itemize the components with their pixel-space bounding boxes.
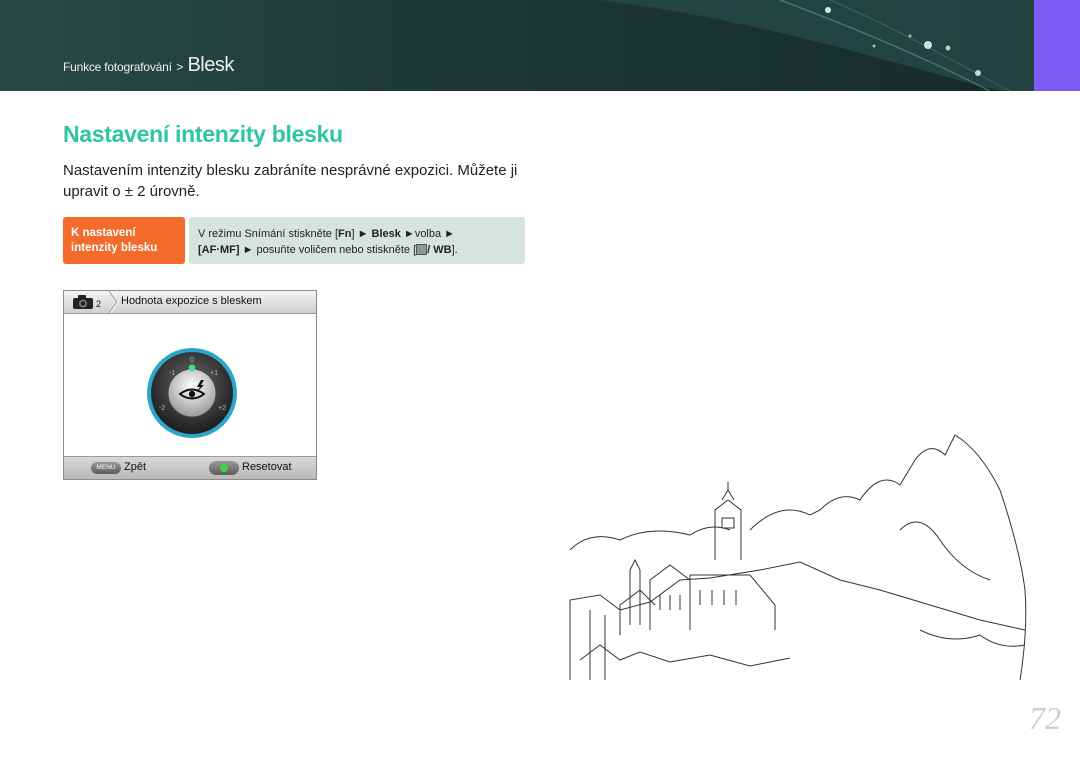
reset-label: Resetovat: [242, 461, 292, 473]
flash-compensation-dial[interactable]: 0 -1 +1 -2 +2: [146, 347, 238, 439]
instruction-body: V režimu Snímání stiskněte [Fn] ► Blesk …: [189, 217, 525, 264]
back-label: Zpět: [124, 461, 147, 473]
menu-button[interactable]: MENU: [91, 462, 121, 474]
camera-icon: [73, 295, 93, 309]
afmf-key: [AF·MF]: [198, 244, 240, 256]
reset-button[interactable]: [209, 461, 239, 475]
dial-label-minus1: -1: [169, 370, 175, 377]
dial-label-minus2: -2: [159, 405, 165, 412]
instruction-line2-end: ].: [451, 244, 458, 256]
chapter-tab[interactable]: [1034, 0, 1080, 91]
instruction-line1-end: ►volba ►: [400, 228, 456, 240]
exposure-icon: [416, 244, 428, 255]
chevron-right-icon: [109, 291, 119, 313]
wb-key: / WB: [427, 244, 452, 256]
intro-text: Nastavením intenzity blesku zabráníte ne…: [63, 162, 518, 200]
dial-label-0: 0: [190, 357, 194, 364]
instruction-line1-text: V režimu Snímání stiskněte [: [198, 228, 338, 240]
reset-dot-icon: [220, 464, 228, 472]
banner-decoration: [600, 0, 1034, 91]
instruction-line-2: [AF·MF] ► posuňte voličem nebo stiskněte…: [198, 242, 525, 258]
breadcrumb-parent[interactable]: Funkce fotografování: [63, 60, 172, 74]
breadcrumb-current: Blesk: [187, 54, 234, 76]
instruction-label: K nastavení intenzity blesku: [63, 217, 185, 264]
screen-title: Hodnota expozice s bleskem: [121, 295, 262, 307]
instruction-line1-mid: ] ►: [351, 228, 372, 240]
instruction-line2-text: ► posuňte voličem nebo stiskněte [: [239, 244, 417, 256]
camera-mode-number: 2: [96, 299, 102, 309]
blesk-key: Blesk: [371, 228, 401, 240]
instruction-line-1: V režimu Snímání stiskněte [Fn] ► Blesk …: [198, 226, 525, 242]
breadcrumb-separator: >: [176, 60, 184, 74]
page-number: 72: [1029, 700, 1061, 736]
dial-label-plus1: +1: [210, 370, 218, 377]
dial-label-plus2: +2: [218, 405, 226, 412]
fn-key: Fn: [338, 228, 352, 240]
page-title: Nastavení intenzity blesku: [63, 121, 343, 147]
breadcrumb: Funkce fotografování > Blesk: [63, 54, 234, 77]
mountain-village-sketch: [569, 434, 1027, 680]
instruction-label-line1: K nastavení: [71, 227, 136, 239]
screen-footer: MENU Zpět Resetovat: [64, 456, 316, 479]
dial-indicator: [188, 364, 196, 372]
screen-header: 2 Hodnota expozice s bleskem: [64, 291, 316, 314]
camera-screen: 2 Hodnota expozice s bleskem 0 -1 +1 -2 …: [63, 290, 317, 480]
header-banner: Funkce fotografování > Blesk: [0, 0, 1080, 91]
instruction-label-line2: intenzity blesku: [71, 242, 158, 254]
